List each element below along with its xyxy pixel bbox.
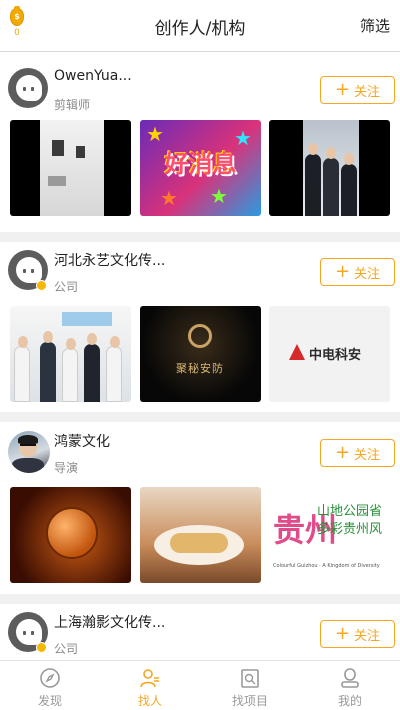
section-divider (0, 412, 400, 422)
top-bar: $ 0 创作人/机构 筛选 (0, 0, 400, 52)
work-thumbnails: ★ ★ ★ ★ 好消息 (0, 120, 400, 216)
creator-role: 导演 (54, 461, 79, 475)
follow-label: 关注 (354, 628, 381, 644)
work-thumbnail[interactable] (10, 306, 131, 402)
plus-icon: + (334, 442, 351, 463)
creator-card[interactable]: OwenYua... 剪辑师 + 关注 ★ ★ ★ ★ 好消息 (0, 68, 400, 228)
work-thumbnail[interactable] (269, 120, 390, 216)
section-divider (0, 232, 400, 242)
follow-label: 关注 (354, 266, 381, 282)
follow-button[interactable]: + 关注 (320, 620, 395, 648)
profile-icon (341, 668, 359, 688)
avatar[interactable] (8, 431, 50, 473)
verified-badge-icon (36, 280, 47, 291)
tab-label: 找人 (137, 694, 162, 708)
plus-icon: + (334, 79, 351, 100)
tab-label: 找项目 (231, 694, 268, 708)
work-thumbnail[interactable]: 贵州 山地公园省 多彩贵州风 Colourful Guizhou · A Kin… (269, 487, 390, 583)
work-thumbnail[interactable]: ★ ★ ★ ★ 好消息 (140, 120, 261, 216)
search-project-icon (241, 669, 259, 688)
work-thumbnails: 贵州 山地公园省 多彩贵州风 Colourful Guizhou · A Kin… (0, 487, 400, 583)
tab-label: 我的 (337, 694, 362, 708)
plus-icon: + (334, 623, 351, 644)
creator-card[interactable]: 上海瀚影文化传... 公司 + 关注 (0, 612, 400, 660)
tab-discover[interactable]: 发现 (0, 667, 100, 710)
follow-button[interactable]: + 关注 (320, 258, 395, 286)
follow-label: 关注 (354, 447, 381, 463)
follow-button[interactable]: + 关注 (320, 76, 395, 104)
filter-button[interactable]: 筛选 (360, 15, 390, 36)
creator-card[interactable]: 河北永艺文化传... 公司 + 关注 聚秘安防 中电科安 (0, 250, 400, 410)
work-thumbnail[interactable] (140, 487, 261, 583)
creator-role: 剪辑师 (54, 98, 91, 112)
creator-name[interactable]: 鸿蒙文化 (54, 431, 110, 451)
plus-icon: + (334, 261, 351, 282)
creator-card[interactable]: 鸿蒙文化 导演 + 关注 贵州 山地公园省 多彩贵州风 Colourful Gu… (0, 431, 400, 591)
tab-find-people[interactable]: 找人 (100, 667, 200, 710)
work-thumbnail[interactable] (10, 487, 131, 583)
creator-name[interactable]: 上海瀚影文化传... (54, 612, 165, 632)
work-thumbnail[interactable]: 聚秘安防 (140, 306, 261, 402)
section-divider (0, 594, 400, 604)
creator-name[interactable]: OwenYua... (54, 68, 132, 84)
work-thumbnail[interactable] (10, 120, 131, 216)
tab-label: 发现 (37, 694, 62, 708)
verified-badge-icon (36, 642, 47, 653)
work-thumbnail[interactable]: 中电科安 (269, 306, 390, 402)
tab-find-project[interactable]: 找项目 (200, 667, 300, 710)
avatar[interactable] (8, 68, 48, 108)
bottom-tab-bar: 发现 找人 找项目 我的 (0, 660, 400, 710)
follow-button[interactable]: + 关注 (320, 439, 395, 467)
creator-name[interactable]: 河北永艺文化传... (54, 250, 165, 270)
creator-role: 公司 (54, 642, 79, 656)
creator-role: 公司 (54, 280, 79, 294)
person-icon (140, 669, 159, 688)
page-title: 创作人/机构 (154, 19, 246, 39)
work-thumbnails: 聚秘安防 中电科安 (0, 306, 400, 402)
compass-icon (40, 668, 60, 688)
follow-label: 关注 (354, 84, 381, 100)
tab-mine[interactable]: 我的 (300, 667, 400, 710)
